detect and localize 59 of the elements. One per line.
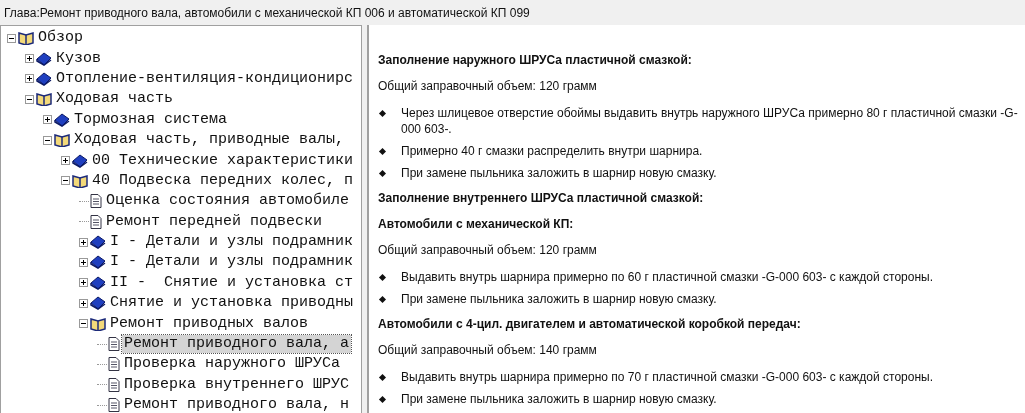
- collapse-icon[interactable]: [43, 135, 52, 145]
- tree-item[interactable]: Ремонт передней подвески: [104, 212, 325, 231]
- tree-item[interactable]: 40 Подвеска передних колес, п: [90, 171, 356, 190]
- tree-item[interactable]: Снятие и установка приводны: [108, 294, 356, 313]
- list-item: При замене пыльника заложить в шарнир новую смазку.: [401, 391, 718, 407]
- expand-icon[interactable]: [79, 278, 88, 288]
- collapse-icon[interactable]: [61, 176, 70, 186]
- list-item: Примерно 40 г смазки распределить внутри шарнира.: [401, 143, 704, 159]
- expand-icon[interactable]: [61, 156, 70, 166]
- document-icon: [108, 377, 120, 392]
- tree-item[interactable]: Проверка наружного ШРУСа: [122, 355, 343, 374]
- tree-item[interactable]: Ремонт приводного вала, а: [122, 335, 352, 354]
- list-item: Через шлицевое отверстие обоймы выдавить внутрь наружного ШРУСа примерно 80 г пластичной смазки -G-000 603-.: [401, 105, 1019, 137]
- document-icon: [108, 357, 120, 372]
- list-item: При замене пыльника заложить в шарнир новую смазку.: [401, 165, 718, 181]
- tree-item[interactable]: II - Снятие и установка ст: [108, 273, 356, 292]
- bullet-icon: [378, 273, 387, 282]
- tree-item[interactable]: I - Детали и узлы подрамник: [108, 233, 356, 252]
- bullet-icon: [378, 169, 387, 178]
- bullet-icon: [378, 295, 387, 304]
- expand-icon[interactable]: [79, 298, 88, 308]
- collapse-icon[interactable]: [7, 33, 16, 43]
- tree-item[interactable]: Проверка внутреннего ШРУС: [122, 375, 352, 394]
- collapse-icon[interactable]: [25, 94, 34, 104]
- section-heading: Заполнение внутреннего ШРУСа пластичной смазкой:: [378, 191, 705, 205]
- paragraph: Общий заправочный объем: 120 грамм: [378, 243, 598, 257]
- bullet-icon: [378, 147, 387, 156]
- bullet-icon: [378, 373, 387, 382]
- expand-icon[interactable]: [25, 54, 34, 64]
- tree-item[interactable]: Тормозная система: [72, 110, 230, 129]
- tree-item[interactable]: Ремонт приводных валов: [108, 314, 311, 333]
- paragraph: Общий заправочный объем: 120 грамм: [378, 79, 598, 93]
- paragraph: Общий заправочный объем: 140 грамм: [378, 343, 598, 357]
- expand-icon[interactable]: [43, 115, 52, 125]
- list-item: Выдавить внутрь шарнира примерно по 70 г пластичной смазки -G-000 603- с каждой стороны.: [401, 369, 935, 385]
- tree-item[interactable]: Кузов: [54, 49, 103, 68]
- tree-item[interactable]: I - Детали и узлы подрамник: [108, 253, 356, 272]
- collapse-icon[interactable]: [79, 319, 88, 329]
- tree-item[interactable]: Отопление-вентиляция-кондиционирс: [54, 69, 356, 88]
- section-heading: Автомобили с механической КП:: [378, 217, 575, 231]
- tree-item[interactable]: Оценка состояния автомобиле: [104, 192, 352, 211]
- chapter-title: Глава:Ремонт приводного вала, автомобили с механической КП 006 и автоматической КП 099: [3, 5, 530, 22]
- tree-item[interactable]: Обзор: [36, 29, 85, 48]
- expand-icon[interactable]: [79, 258, 88, 267]
- bullet-icon: [378, 395, 387, 404]
- document-icon: [90, 194, 102, 209]
- list-item: Выдавить внутрь шарнира примерно по 60 г пластичной смазки -G-000 603- с каждой стороны.: [401, 269, 935, 285]
- tree-item[interactable]: Ходовая часть, приводные валы,: [72, 131, 347, 150]
- tree-item[interactable]: Ходовая часть: [54, 90, 176, 109]
- section-heading: Автомобили с 4-цил. двигателем и автоматической коробкой передач:: [378, 317, 802, 331]
- expand-icon[interactable]: [79, 237, 88, 247]
- tree-item[interactable]: 00 Технические характеристики: [90, 151, 356, 170]
- document-icon: [108, 337, 120, 352]
- list-item: При замене пыльника заложить в шарнир новую смазку.: [401, 291, 718, 307]
- expand-icon[interactable]: [25, 74, 34, 84]
- bullet-icon: [378, 109, 387, 118]
- section-heading: Заполнение наружного ШРУСа пластичной смазкой:: [378, 53, 693, 67]
- document-icon: [90, 214, 102, 229]
- tree-item[interactable]: Ремонт приводного вала, н: [122, 396, 352, 413]
